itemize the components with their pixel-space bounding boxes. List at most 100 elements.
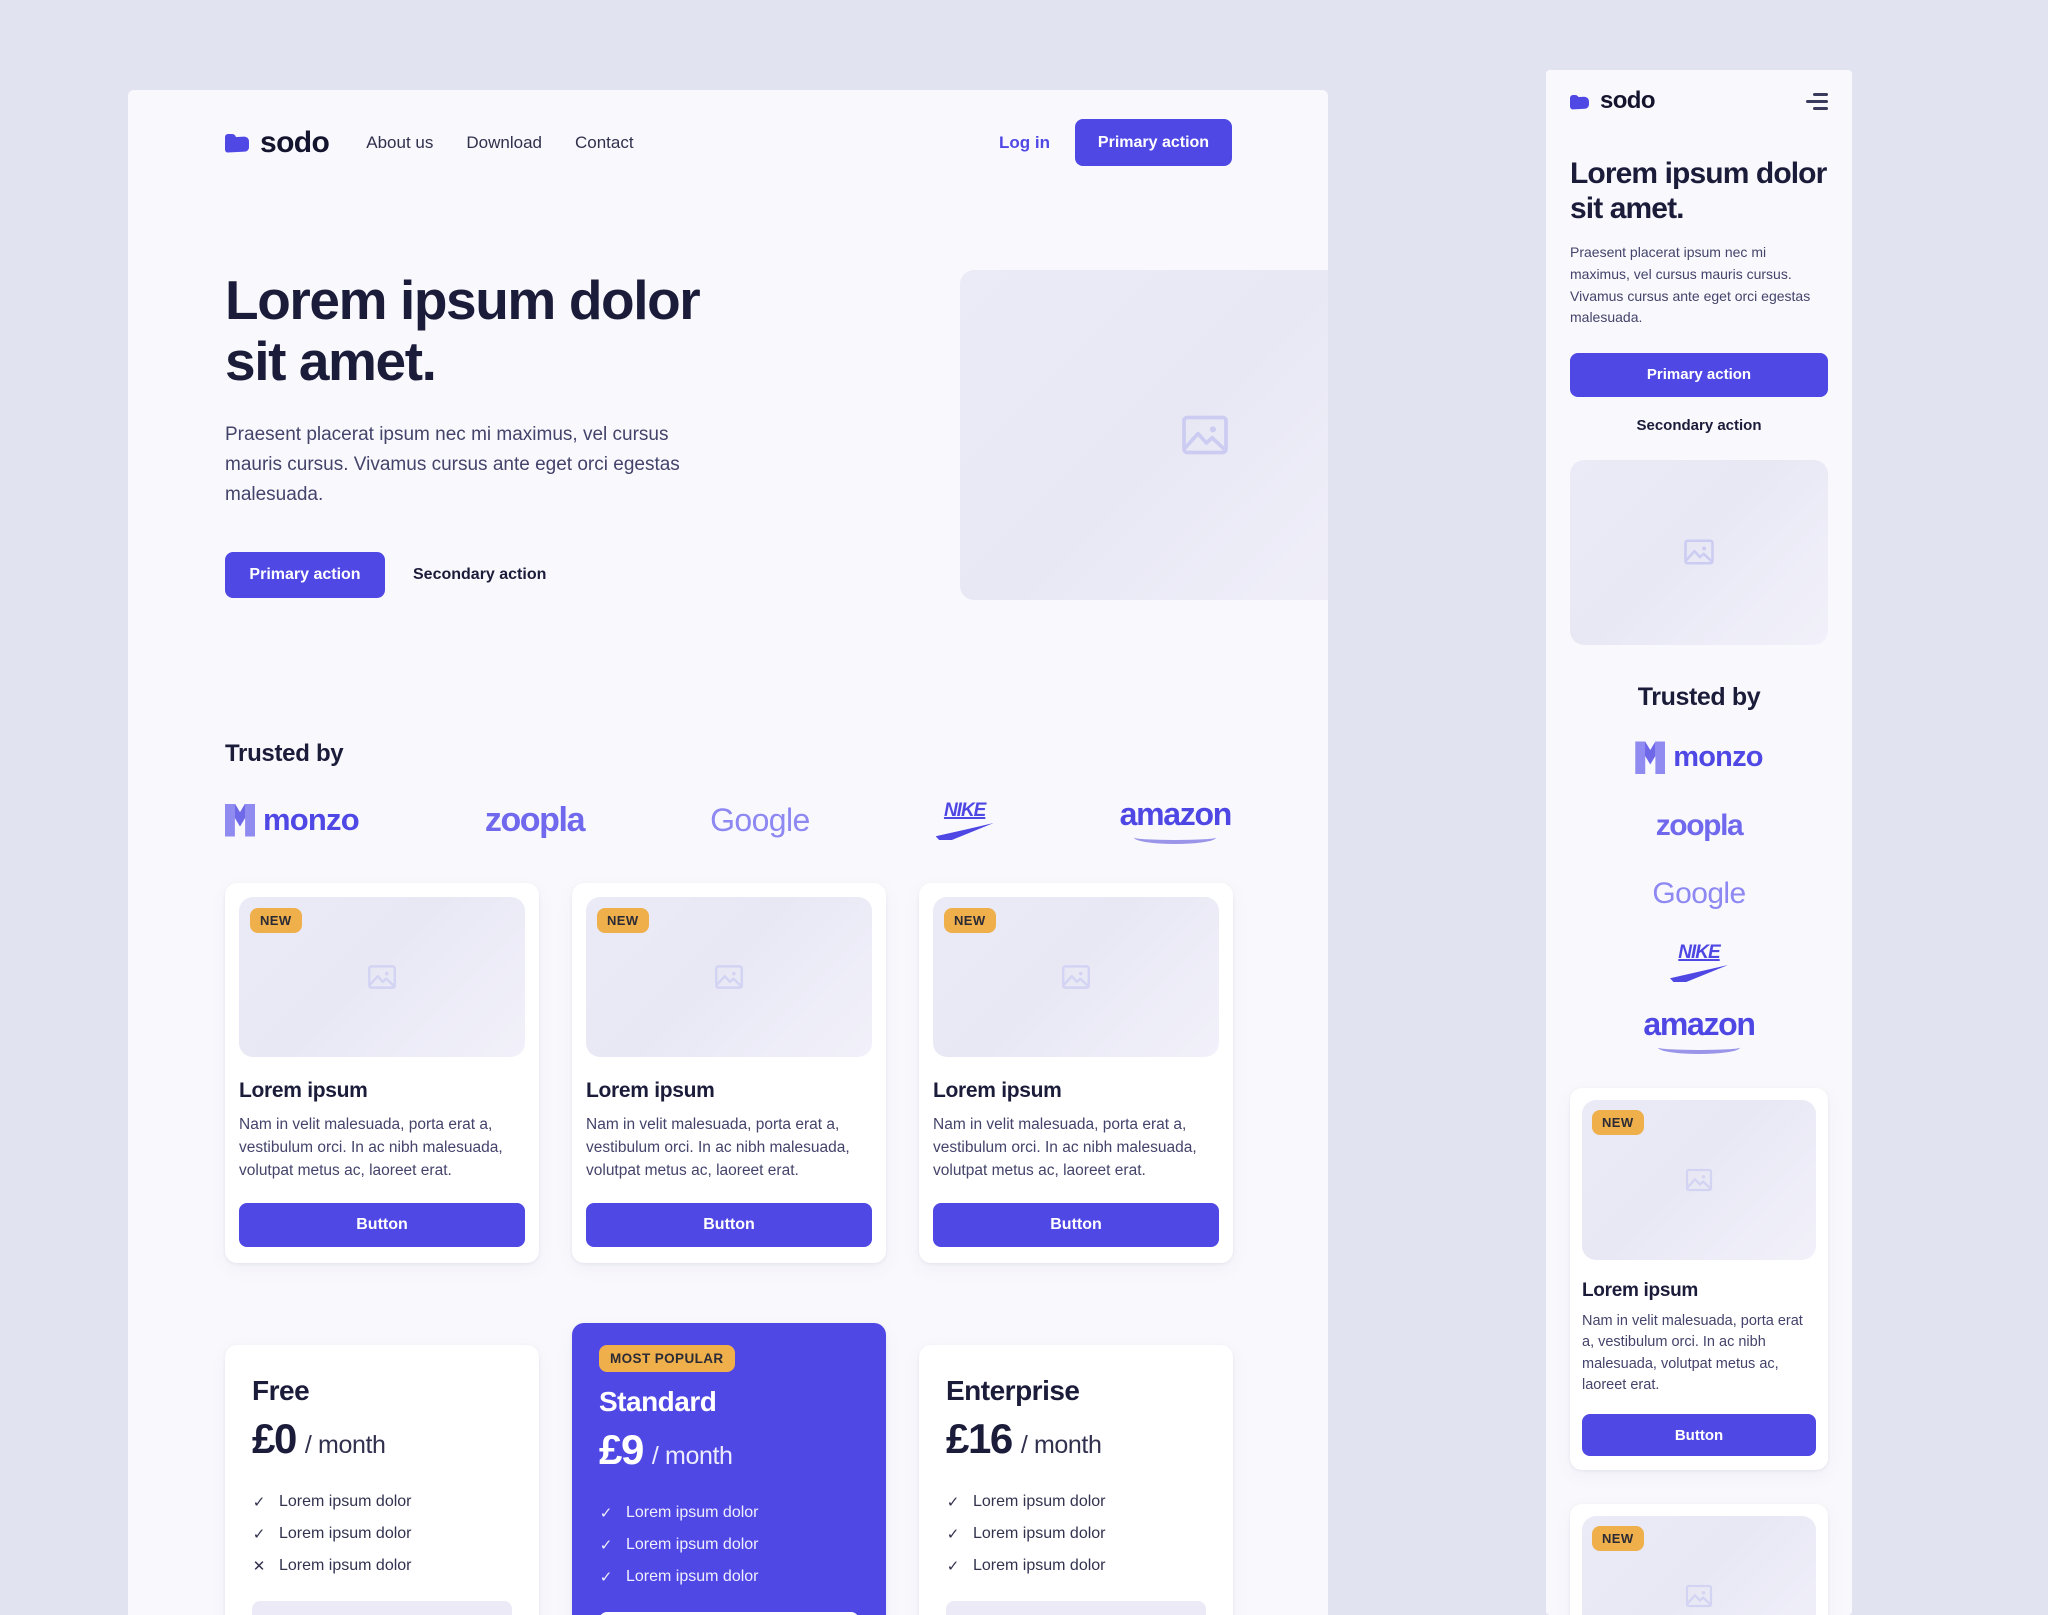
- plan-name: Enterprise: [946, 1375, 1080, 1406]
- check-icon: ✓: [252, 1494, 266, 1511]
- pricing-table: Free £0 / month ✓ Lorem ipsum dolor ✓ Lore…: [225, 1323, 1233, 1615]
- plan-feature-label: Lorem ipsum dolor: [626, 1568, 759, 1585]
- card-button[interactable]: Button: [586, 1202, 872, 1247]
- logo-zoopla: zoopla: [484, 800, 586, 839]
- most-popular-badge: MOST POPULAR: [599, 1345, 735, 1372]
- pricing-plan-free: Free £0 / month ✓ Lorem ipsum dolor ✓ Lore…: [225, 1345, 539, 1615]
- logo-zoopla: zoopla: [1655, 808, 1744, 842]
- hero-image-placeholder: [960, 270, 1328, 600]
- nav-links: About us Download Contact: [366, 133, 633, 153]
- hero-secondary-action-button[interactable]: Secondary action: [413, 566, 546, 584]
- check-icon: ✓: [599, 1505, 613, 1522]
- plan-feature: ✓ Lorem ipsum dolor: [946, 1557, 1206, 1575]
- feature-card: NEW Lorem ipsum Nam in velit malesuada, …: [572, 883, 886, 1263]
- plan-feature: ✓ Lorem ipsum dolor: [599, 1504, 859, 1522]
- card-title: Lorem ipsum: [586, 1079, 715, 1102]
- card-title: Lorem ipsum: [1582, 1279, 1698, 1301]
- logo-monzo: monzo: [1635, 734, 1764, 782]
- card-button[interactable]: Button: [239, 1202, 525, 1247]
- desktop-navbar: sodo About us Download Contact Log in Pr…: [128, 90, 1328, 195]
- hero-copy: Lorem ipsum dolor sit amet. Praesent pla…: [225, 269, 715, 598]
- image-placeholder-icon: [1182, 415, 1228, 455]
- nav-link-about-us[interactable]: About us: [366, 133, 433, 153]
- card-image-placeholder: NEW: [239, 897, 525, 1057]
- mobile-hero-subtitle: Praesent placerat ipsum nec mi maximus, …: [1570, 244, 1811, 326]
- card-new-badge: NEW: [597, 908, 649, 933]
- image-placeholder-icon: [1062, 965, 1090, 989]
- card-body: Nam in velit malesuada, porta erat a, ve…: [586, 1116, 850, 1179]
- trusted-by-title: Trusted by: [225, 740, 344, 767]
- check-icon: ✓: [946, 1558, 960, 1575]
- sodo-folder-logo-icon: [225, 132, 249, 153]
- logo-monzo: monzo: [225, 796, 360, 844]
- image-placeholder-icon: [1685, 1168, 1713, 1192]
- mobile-primary-action-button[interactable]: Primary action: [1570, 352, 1828, 397]
- plan-feature: ✓ Lorem ipsum dolor: [599, 1536, 859, 1554]
- card-new-badge: NEW: [944, 908, 996, 933]
- pricing-plan-standard: MOST POPULAR Standard £9 / month ✓ Lorem …: [572, 1323, 886, 1615]
- plan-feature-label: Lorem ipsum dolor: [626, 1504, 759, 1521]
- plan-feature: ✓ Lorem ipsum dolor: [252, 1493, 512, 1511]
- plan-signup-button[interactable]: Sign up: [252, 1601, 512, 1615]
- card-image-placeholder: NEW: [933, 897, 1219, 1057]
- check-icon: ✓: [946, 1526, 960, 1543]
- feature-card: NEW Lorem ipsum Nam in velit malesuada, …: [919, 883, 1233, 1263]
- plan-feature-label: Lorem ipsum dolor: [279, 1557, 412, 1574]
- mobile-feature-card: NEW: [1570, 1504, 1828, 1615]
- cross-icon: ✕: [252, 1558, 266, 1575]
- card-button[interactable]: Button: [1582, 1414, 1816, 1457]
- image-placeholder-icon: [368, 965, 396, 989]
- trusted-by-logos: monzo zoopla Google NIKE amazon: [225, 796, 1232, 844]
- logo-google: Google: [710, 801, 810, 838]
- mobile-preview-panel: sodo Lorem ipsum dolor sit amet. Praesen…: [1546, 70, 1852, 1615]
- plan-amount: £16: [946, 1415, 1013, 1462]
- brand-wordmark: sodo: [260, 125, 330, 159]
- sodo-folder-logo-icon: [1570, 93, 1589, 110]
- plan-price: £16 / month: [946, 1415, 1206, 1463]
- card-title: Lorem ipsum: [239, 1079, 368, 1102]
- brand-logo[interactable]: sodo: [225, 125, 330, 159]
- check-icon: ✓: [599, 1537, 613, 1554]
- mobile-navbar: sodo: [1570, 70, 1828, 132]
- login-link[interactable]: Log in: [999, 133, 1050, 153]
- nav-link-download[interactable]: Download: [466, 133, 542, 153]
- feature-card: NEW Lorem ipsum Nam in velit malesuada, …: [225, 883, 539, 1263]
- mobile-hero-image-placeholder: [1570, 459, 1828, 645]
- plan-amount: £9: [599, 1426, 644, 1473]
- monzo-mark-icon: [225, 803, 255, 837]
- plan-feature-label: Lorem ipsum dolor: [973, 1557, 1106, 1574]
- plan-price: £0 / month: [252, 1415, 512, 1463]
- amazon-smile-icon: [1658, 1041, 1740, 1054]
- mobile-secondary-action-button[interactable]: Secondary action: [1570, 417, 1828, 434]
- logo-amazon: amazon: [1643, 1006, 1756, 1054]
- hero-primary-action-button[interactable]: Primary action: [225, 551, 385, 598]
- hero-subtitle: Praesent placerat ipsum nec mi maximus, …: [225, 424, 680, 505]
- plan-signup-button[interactable]: Sign up: [946, 1601, 1206, 1615]
- hamburger-menu-icon[interactable]: [1806, 92, 1828, 110]
- preview-stage: sodo About us Download Contact Log in Pr…: [0, 0, 2048, 1615]
- image-placeholder-icon: [1685, 1585, 1713, 1608]
- plan-feature: ✓ Lorem ipsum dolor: [252, 1525, 512, 1543]
- mobile-hero-title: Lorem ipsum dolor sit amet.: [1570, 157, 1827, 226]
- logo-amazon: amazon: [1120, 796, 1232, 844]
- nav-primary-action-button[interactable]: Primary action: [1075, 119, 1232, 166]
- plan-feature-label: Lorem ipsum dolor: [973, 1525, 1106, 1542]
- plan-feature: ✕ Lorem ipsum dolor: [252, 1557, 512, 1575]
- card-image-placeholder: NEW: [1582, 1099, 1816, 1260]
- card-button[interactable]: Button: [933, 1202, 1219, 1247]
- monzo-mark-icon: [1635, 741, 1666, 775]
- hero-title: Lorem ipsum dolor sit amet.: [225, 269, 701, 393]
- amazon-smile-icon: [1134, 831, 1217, 844]
- image-placeholder-icon: [1684, 539, 1714, 565]
- card-image-placeholder: NEW: [1582, 1516, 1816, 1615]
- card-body: Nam in velit malesuada, porta erat a, ve…: [239, 1116, 503, 1179]
- nav-link-contact[interactable]: Contact: [575, 133, 634, 153]
- mobile-brand-logo[interactable]: sodo: [1570, 87, 1656, 114]
- card-body: Nam in velit malesuada, porta erat a, ve…: [933, 1116, 1197, 1179]
- plan-name: Standard: [599, 1386, 717, 1417]
- nike-swoosh-icon: [935, 823, 994, 840]
- card-new-badge: NEW: [1592, 1109, 1644, 1135]
- mobile-brand-wordmark: sodo: [1600, 87, 1656, 114]
- plan-period: / month: [1020, 1431, 1102, 1459]
- plan-feature: ✓ Lorem ipsum dolor: [946, 1493, 1206, 1511]
